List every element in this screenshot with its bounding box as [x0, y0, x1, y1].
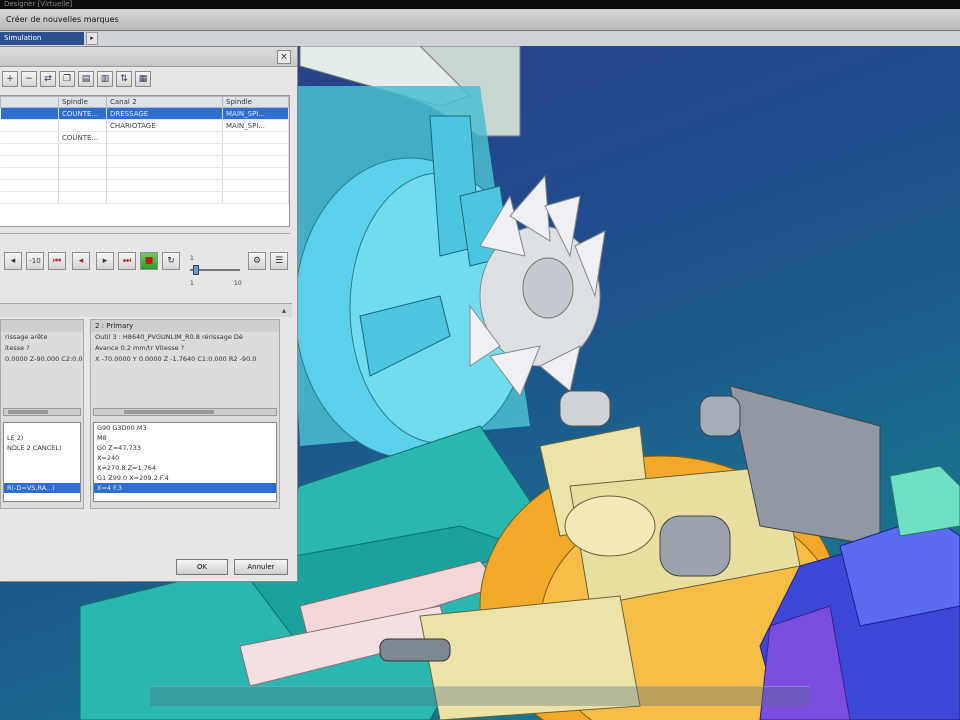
channel1-icon[interactable]: ▤ — [78, 71, 94, 87]
channel-2-hscroll[interactable] — [93, 408, 277, 416]
nc-line[interactable]: X=270.8 Z=1.764 — [94, 463, 276, 473]
table-row[interactable] — [0, 167, 289, 180]
grid-col-spindle-2[interactable]: Spindle — [222, 96, 289, 108]
settings-icon[interactable]: ⚙ — [248, 252, 266, 270]
rewind-button[interactable]: ◂ — [4, 252, 22, 270]
options-icon[interactable]: ☰ — [270, 252, 288, 270]
grid-col-spindle-1[interactable]: Spindle — [58, 96, 107, 108]
channel-2-pane: 2 : Primary Outil 3 : H8640_PVGUNLIM_R0.… — [90, 319, 280, 509]
cancel-button[interactable]: Annuler — [234, 559, 288, 575]
nc-line[interactable] — [4, 423, 80, 433]
channel-1-line: itesse ? — [5, 344, 30, 352]
table-row[interactable] — [0, 143, 289, 156]
channel-2-title: 2 : Primary — [91, 320, 279, 332]
close-icon[interactable]: × — [277, 50, 291, 64]
operations-grid[interactable]: Spindle Canal 2 Spindle COUNTE... DRESSA… — [0, 95, 290, 227]
app-title: Créer de nouvelles marques — [6, 15, 119, 24]
nc-line[interactable] — [4, 453, 80, 463]
channel-2-line: X -70.0000 Y 0.0000 Z -1.7640 C1:0.000 R… — [95, 355, 257, 363]
table-row[interactable] — [0, 191, 289, 204]
ok-button[interactable]: OK — [176, 559, 228, 575]
channel-1-hscroll[interactable] — [3, 408, 81, 416]
table-row[interactable] — [0, 155, 289, 168]
skip-start-button[interactable]: ⏮ — [48, 252, 66, 270]
nc-line[interactable]: G0 Z=47.733 — [94, 443, 276, 453]
channel-1-line: 0.0000 Z-90.000 C2:0.000 — [5, 355, 83, 363]
channel-2-nc-code[interactable]: G90 G3D00 M3 M8 G0 Z=47.733 X=240 X=270.… — [93, 422, 277, 502]
dialog-toolbar: + − ⇄ ❐ ▤ ▥ ⇅ ▦ — [0, 69, 290, 91]
loop-button[interactable]: ↻ — [162, 252, 180, 270]
channel-1-nc-code[interactable]: LE 2) NDLE 2 CANCEL) R(-D=VS,RA...) — [3, 422, 81, 502]
nc-line[interactable]: LE 2) — [4, 433, 80, 443]
nc-line[interactable]: NDLE 2 CANCEL) — [4, 443, 80, 453]
skip-end-button[interactable]: ⏭ — [118, 252, 136, 270]
boring-tool — [659, 515, 731, 577]
channel-2-line: Avance 0.2 mm/tr Vitesse ? — [95, 344, 185, 352]
channel-1-pane: rissage arête itesse ? 0.0000 Z-90.000 C… — [0, 319, 84, 509]
drill-tool — [559, 390, 611, 427]
copy-icon[interactable]: ❐ — [59, 71, 75, 87]
nc-line[interactable]: X=4 F.3 — [94, 483, 276, 493]
slider-min-label: 1 — [190, 280, 194, 287]
slider-top-label: 1 — [190, 255, 194, 262]
table-icon[interactable]: ▦ — [135, 71, 151, 87]
table-row[interactable]: CHARIOTAGE MAIN_SPI... — [0, 119, 289, 132]
table-row[interactable]: COUNTE... — [0, 131, 289, 144]
stop-button[interactable]: ■ — [140, 252, 158, 270]
dialog-header: × — [0, 47, 297, 67]
remove-icon[interactable]: − — [21, 71, 37, 87]
step-back-button[interactable]: ◂ — [72, 252, 90, 270]
grid-col-canal-2[interactable]: Canal 2 — [106, 96, 223, 108]
add-icon[interactable]: + — [2, 71, 18, 87]
swap-icon[interactable]: ⇄ — [40, 71, 56, 87]
tool-cylinder — [564, 495, 656, 557]
channel-2-line: Outil 3 : H8640_PVGUNLIM_R0.8 rérissage … — [95, 333, 243, 341]
tab-simulation[interactable]: Simulation — [0, 32, 84, 45]
playback-controls: ◂ -10 ⏮ ◂ ▸ ⏭ ■ ↻ ⚙ ☰ — [0, 252, 292, 274]
sync-icon[interactable]: ⇅ — [116, 71, 132, 87]
app-title-bar: Créer de nouvelles marques — [0, 9, 960, 31]
grid-col-0[interactable] — [0, 96, 59, 108]
nc-line[interactable]: M8 — [94, 433, 276, 443]
lower-drill — [379, 638, 451, 662]
table-row[interactable] — [0, 179, 289, 192]
nc-line[interactable]: R(-D=VS,RA...) — [4, 483, 80, 493]
nc-line[interactable]: X=240 — [94, 453, 276, 463]
simulation-dialog: × + − ⇄ ❐ ▤ ▥ ⇅ ▦ Spindle Canal 2 Spindl… — [0, 46, 298, 582]
collapse-icon[interactable]: ▴ — [282, 306, 286, 315]
play-button[interactable]: ▸ — [96, 252, 114, 270]
tab-simulation-label: Simulation — [4, 34, 42, 42]
divider — [0, 233, 290, 241]
nc-line[interactable]: G1 Z99.0 X=209.2 F.4 — [94, 473, 276, 483]
green-block — [889, 465, 960, 537]
os-title: Designer [Virtuelle] — [4, 0, 73, 8]
table-row[interactable]: COUNTE... DRESSAGE MAIN_SPI... — [0, 107, 289, 120]
nc-line[interactable] — [4, 463, 80, 473]
bottom-toolbar — [150, 686, 810, 706]
speed-slider-thumb[interactable] — [192, 265, 199, 275]
spindle-tool — [699, 395, 741, 437]
tab-scroll-right-icon[interactable]: ▸ — [86, 32, 98, 45]
channel-1-title — [1, 320, 83, 332]
step-back-10-button[interactable]: -10 — [26, 252, 44, 270]
os-title-bar: Designer [Virtuelle] — [0, 0, 960, 9]
slider-max-label: 10 — [234, 280, 242, 287]
nc-line[interactable]: G90 G3D00 M3 — [94, 423, 276, 433]
nc-line[interactable] — [4, 473, 80, 483]
channel-1-line: rissage arête — [5, 333, 48, 341]
section-header[interactable]: ▴ — [0, 303, 292, 317]
channel2-icon[interactable]: ▥ — [97, 71, 113, 87]
tab-strip: Simulation ▸ — [0, 31, 960, 46]
